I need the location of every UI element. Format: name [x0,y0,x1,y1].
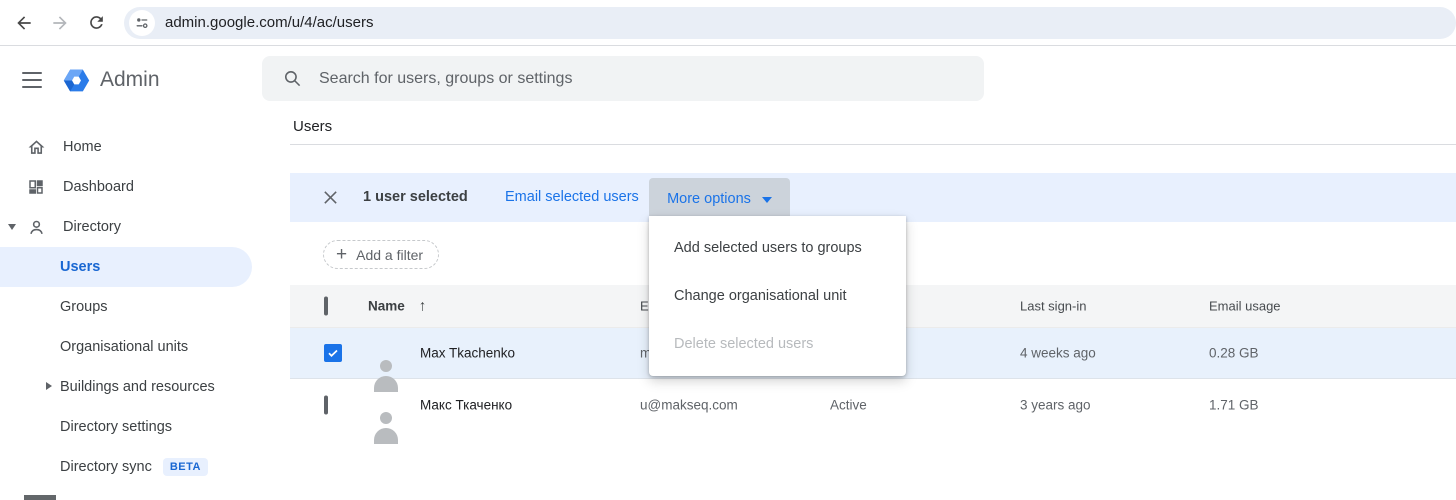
chevron-down-icon[interactable] [8,224,16,230]
home-icon [26,138,46,157]
plus-icon: + [336,245,347,264]
sidebar-item-label: Organisational units [60,339,188,355]
sidebar-item-label: Dashboard [63,179,134,195]
close-icon [322,189,339,206]
sidebar-item-directory-sync[interactable]: Directory sync BETA [0,447,262,487]
browser-reload-button[interactable] [78,5,114,41]
divider [290,144,1456,145]
chevron-right-icon[interactable] [46,382,52,390]
add-filter-label: Add a filter [356,247,423,263]
menu-item-add-to-groups[interactable]: Add selected users to groups [649,224,906,272]
person-icon [26,218,46,237]
devices-icon [24,495,56,500]
column-header-last-sign-in: Last sign-in [1020,299,1086,314]
browser-toolbar: admin.google.com/u/4/ac/users [0,0,1456,46]
menu-hamburger-icon[interactable] [22,72,42,88]
user-status: Active [830,397,867,412]
user-name: Макс Ткаченко [420,397,512,412]
select-all-checkbox[interactable] [324,297,328,316]
user-last-sign-in: 4 weeks ago [1020,346,1096,361]
reload-icon [87,13,106,32]
beta-badge: BETA [163,458,208,476]
row-checkbox-checked[interactable] [324,344,342,362]
forward-arrow-icon [50,13,70,33]
search-icon [283,69,302,88]
user-email-usage: 0.28 GB [1209,346,1259,361]
sidebar-item-groups[interactable]: Groups [0,287,262,327]
column-header-name[interactable]: Name ↑ [368,298,426,315]
site-settings-chip[interactable] [129,10,155,36]
admin-search-bar[interactable] [262,56,984,101]
more-options-label: More options [667,191,751,207]
sort-ascending-icon: ↑ [419,298,427,315]
user-name: Max Tkachenko [420,346,515,361]
selection-toolbar: 1 user selected Email selected users Mor… [290,173,1456,222]
sidebar-item-label: Directory settings [60,419,172,435]
user-email-usage: 1.71 GB [1209,397,1259,412]
sidebar-item-buildings-resources[interactable]: Buildings and resources [0,367,262,407]
user-last-sign-in: 3 years ago [1020,397,1091,412]
sidebar-item-label: Home [63,139,102,155]
browser-address-bar[interactable]: admin.google.com/u/4/ac/users [124,7,1456,39]
browser-forward-button[interactable] [42,5,78,41]
sidebar-item-label: Users [60,259,100,275]
sidebar-item-directory[interactable]: Directory [0,207,262,247]
sidebar-item-home[interactable]: Home [0,127,262,167]
sidebar-item-label: Directory sync [60,459,152,475]
back-arrow-icon [14,13,34,33]
row-checkbox[interactable] [324,395,328,414]
email-selected-users-button[interactable]: Email selected users [505,189,639,205]
user-email: u@makseq.com [640,397,738,412]
sidebar-item-dashboard[interactable]: Dashboard [0,167,262,207]
admin-logo-icon [62,66,91,95]
selection-count: 1 user selected [363,189,468,205]
checkmark-icon [327,347,339,359]
caret-down-icon [762,197,772,203]
sidebar-item-organisational-units[interactable]: Organisational units [0,327,262,367]
table-row[interactable]: Макс Ткаченко u@makseq.com Active 3 year… [290,379,1456,430]
more-options-button[interactable]: More options [649,178,790,220]
column-header-email-usage: Email usage [1209,299,1281,314]
url-text: admin.google.com/u/4/ac/users [165,14,373,31]
site-settings-icon [134,15,150,31]
add-filter-button[interactable]: + Add a filter [323,240,439,269]
sidebar-item-label: Groups [60,299,108,315]
dashboard-icon [26,178,46,196]
sidebar-item-users[interactable]: Users [0,247,252,287]
sidebar-item-label: Buildings and resources [60,379,215,395]
page-title: Users [293,118,1456,137]
sidebar: Admin Home Dashboard [0,46,262,500]
clear-selection-button[interactable] [322,189,339,206]
search-input[interactable] [319,70,984,88]
menu-item-change-org-unit[interactable]: Change organisational unit [649,272,906,320]
sidebar-item-directory-settings[interactable]: Directory settings [0,407,262,447]
sidebar-item-label: Directory [63,219,121,235]
product-name: Admin [100,68,160,92]
more-options-menu: Add selected users to groups Change orga… [649,216,906,376]
menu-item-delete-users: Delete selected users [649,320,906,368]
browser-back-button[interactable] [6,5,42,41]
